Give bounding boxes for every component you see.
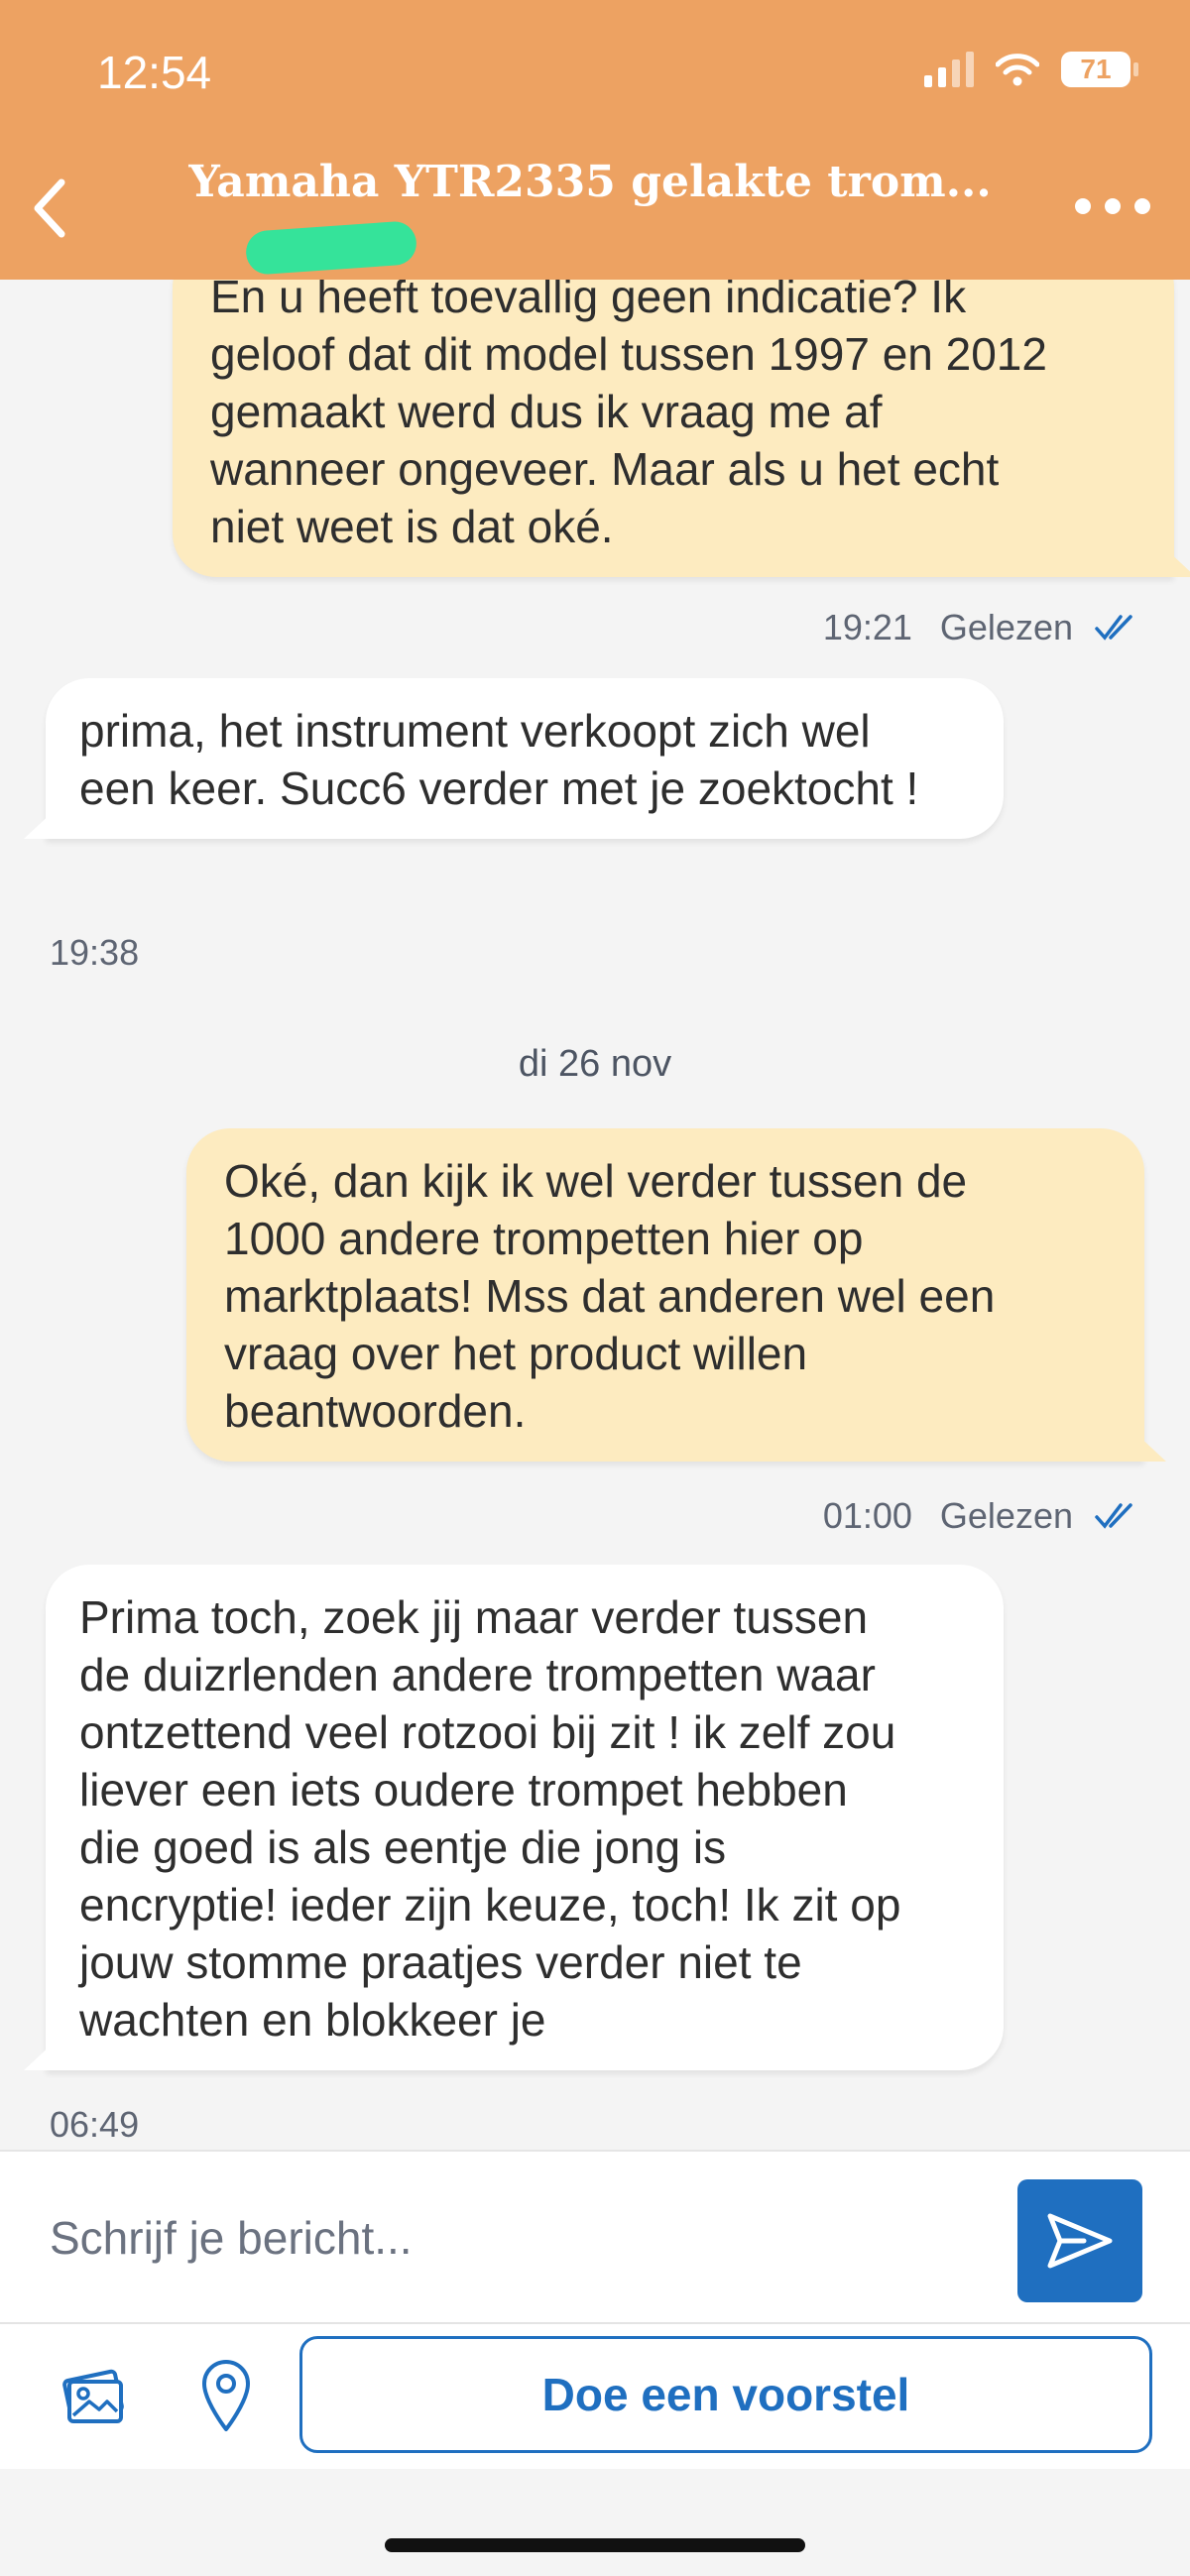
status-icons: 71 xyxy=(924,52,1138,87)
message-line: liever een iets oudere trompet hebben xyxy=(79,1764,848,1815)
share-location-button[interactable] xyxy=(198,2356,268,2435)
composer: Schrijf je bericht... Doe een voorstel xyxy=(0,2150,1190,2471)
message-line: 1000 andere trompetten hier op xyxy=(224,1213,864,1264)
message-outgoing: En u heeft toevallig geen indicatie? Ik … xyxy=(173,280,1174,577)
read-status: Gelezen xyxy=(939,607,1073,647)
message-line: marktplaats! Mss dat anderen wel een xyxy=(224,1270,996,1322)
message-line: de duizrlenden andere trompetten waar xyxy=(79,1649,876,1700)
message-line: Prima toch, zoek jij maar verder tussen xyxy=(79,1591,869,1643)
top-bar: 12:54 71 Yamaha YTR2335 gelakte trom... xyxy=(0,0,1190,280)
more-options-button[interactable] xyxy=(1075,198,1150,214)
image-icon xyxy=(62,2369,124,2423)
status-time: 12:54 xyxy=(97,47,212,98)
add-image-button[interactable] xyxy=(60,2362,129,2431)
divider xyxy=(0,2322,1190,2324)
message-time: 01:00 xyxy=(822,1495,912,1536)
message-line: gemaakt werd dus ik vraag me af xyxy=(210,386,883,437)
message-incoming: Prima toch, zoek jij maar verder tussen … xyxy=(46,1565,1004,2070)
message-line: die goed is als eentje die jong is xyxy=(79,1821,727,1873)
chevron-left-icon xyxy=(34,178,65,238)
signal-icon xyxy=(924,52,974,87)
date-separator: di 26 nov xyxy=(518,1043,672,1085)
message-line: Oké, dan kijk ik wel verder tussen de xyxy=(224,1155,968,1207)
message-meta: 06:49 xyxy=(50,2104,139,2146)
message-line: niet weet is dat oké. xyxy=(210,501,614,552)
message-list[interactable]: En u heeft toevallig geen indicatie? Ik … xyxy=(0,280,1190,2150)
home-area xyxy=(0,2469,1190,2576)
message-line: wanneer ongeveer. Maar als u het echt xyxy=(210,443,1000,495)
location-pin-icon xyxy=(202,2360,250,2431)
message-meta: 19:21 Gelezen xyxy=(823,607,1138,648)
back-button[interactable] xyxy=(20,169,79,248)
message-line: En u heeft toevallig geen indicatie? Ik xyxy=(210,280,967,322)
message-line: wachten en blokkeer je xyxy=(79,1994,546,2046)
message-time: 19:21 xyxy=(822,607,912,647)
message-line: encryptie! ieder zijn keuze, toch! Ik zi… xyxy=(79,1879,901,1931)
wifi-icon xyxy=(996,54,1039,86)
message-line: geloof dat dit model tussen 1997 en 2012 xyxy=(210,328,1047,380)
message-outgoing: Oké, dan kijk ik wel verder tussen de 10… xyxy=(186,1128,1144,1462)
message-line: prima, het instrument verkoopt zich wel xyxy=(79,705,871,757)
message-line: een keer. Succ6 verder met je zoektocht … xyxy=(79,762,919,814)
send-icon xyxy=(1047,2213,1113,2269)
double-check-icon xyxy=(1095,1503,1132,1529)
message-line: jouw stomme praatjes verder niet te xyxy=(79,1936,802,1988)
battery-level: 71 xyxy=(1080,54,1112,84)
home-indicator[interactable] xyxy=(385,2538,805,2552)
read-status: Gelezen xyxy=(939,1495,1073,1536)
more-dots-icon xyxy=(1075,198,1091,214)
message-incoming: prima, het instrument verkoopt zich wel … xyxy=(46,678,1004,839)
send-button[interactable] xyxy=(1017,2179,1142,2302)
message-line: beantwoorden. xyxy=(224,1385,527,1437)
make-offer-button[interactable]: Doe een voorstel xyxy=(299,2336,1152,2453)
message-meta: 19:38 xyxy=(50,932,139,974)
message-time: 19:38 xyxy=(50,932,140,973)
message-line: ontzettend veel rotzooi bij zit ! ik zel… xyxy=(79,1706,896,1758)
message-time: 06:49 xyxy=(50,2104,140,2145)
message-meta: 01:00 Gelezen xyxy=(823,1495,1138,1537)
battery-icon: 71 xyxy=(1061,52,1138,87)
message-input[interactable]: Schrijf je bericht... xyxy=(50,2211,413,2265)
listing-title[interactable]: Yamaha YTR2335 gelakte trom... xyxy=(149,157,1031,207)
double-check-icon xyxy=(1095,615,1132,641)
name-highlight-mark xyxy=(244,220,418,276)
message-line: vraag over het product willen xyxy=(224,1328,808,1379)
